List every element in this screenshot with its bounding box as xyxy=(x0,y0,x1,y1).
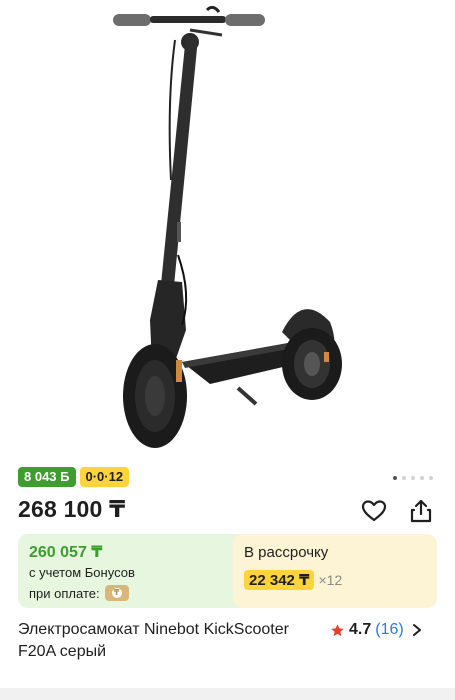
installment-multiplier: ×12 xyxy=(318,572,343,588)
gallery-pagination xyxy=(393,476,433,480)
scooter-image xyxy=(113,5,342,448)
product-image[interactable] xyxy=(0,0,455,460)
star-icon xyxy=(331,623,344,636)
rating-value: 4.7 xyxy=(349,621,372,638)
gallery-dot xyxy=(402,476,406,480)
product-title: Электросамокат Ninebot KickScooter F20A … xyxy=(18,621,289,660)
gallery-dot xyxy=(429,476,433,480)
share-icon xyxy=(410,499,432,523)
installment-title: В рассрочку xyxy=(244,544,329,561)
gallery-dot xyxy=(420,476,424,480)
gallery-dot xyxy=(393,476,397,480)
next-section-edge xyxy=(0,688,455,700)
gallery-dot xyxy=(411,476,415,480)
payment-method-icon: ₸ xyxy=(104,585,129,601)
installment-badge: 0·0·12 xyxy=(79,467,130,487)
bonus-payment-label: при оплате: xyxy=(29,585,100,601)
share-button[interactable] xyxy=(406,496,436,526)
bonus-price: 260 057 ₸ xyxy=(29,544,103,561)
chevron-right-icon xyxy=(412,624,421,636)
bonus-payment-note: при оплате: ₸ xyxy=(29,585,129,601)
favorite-button[interactable] xyxy=(359,496,389,526)
product-price: 268 100 ₸ xyxy=(18,496,126,522)
rating-link[interactable]: 4.7 (16) xyxy=(330,621,422,639)
bonus-price-card[interactable]: 260 057 ₸ с учетом Бонусов при оплате: ₸ xyxy=(18,534,250,608)
bonus-badge: 8 043 Б xyxy=(18,467,76,487)
installment-row: 22 342 ₸ ×12 xyxy=(244,570,342,590)
review-count: (16) xyxy=(375,621,404,638)
heart-icon xyxy=(361,500,387,522)
installment-amount: 22 342 ₸ xyxy=(244,570,315,590)
installment-card[interactable]: В рассрочку 22 342 ₸ ×12 xyxy=(233,534,437,608)
promo-badges: 8 043 Б 0·0·12 xyxy=(18,467,130,487)
bonus-note: с учетом Бонусов xyxy=(29,565,135,580)
